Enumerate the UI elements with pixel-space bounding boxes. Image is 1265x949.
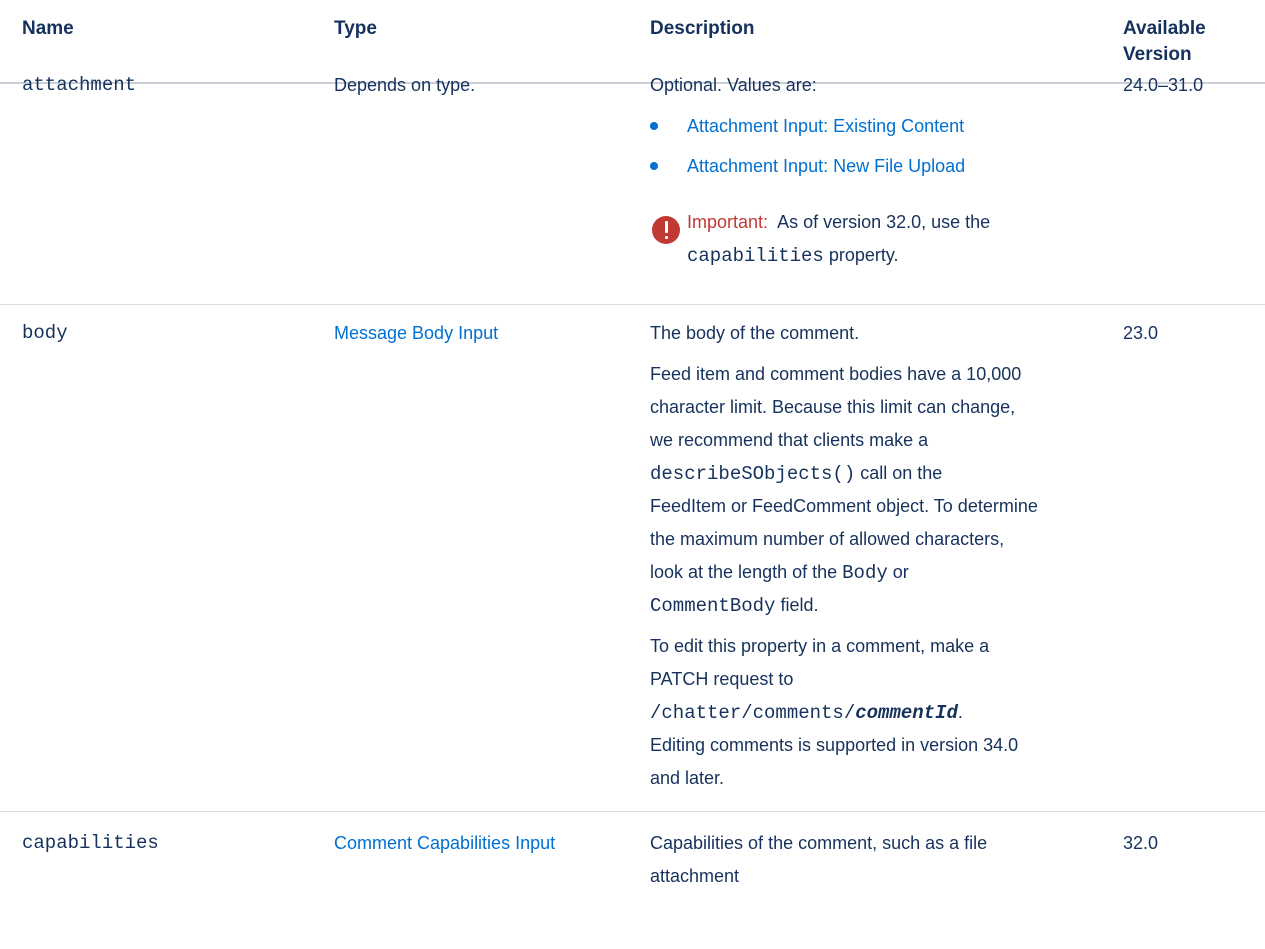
description-line: Capabilities of the comment, such as a f…: [650, 833, 988, 853]
available-version: 23.0: [1123, 323, 1159, 343]
description-line: CommentBody field.: [650, 592, 818, 619]
code-body: Body: [842, 562, 888, 584]
link-attachment-new-file-upload[interactable]: Attachment Input: New File Upload: [687, 153, 965, 179]
important-note-line2: capabilities property.: [687, 242, 899, 269]
code-describe-sobjects: describeSObjects(): [650, 463, 856, 485]
important-label: Important:: [687, 212, 769, 232]
link-message-body-input[interactable]: Message Body Input: [334, 320, 498, 346]
description-line: The body of the comment.: [650, 323, 860, 343]
important-code: capabilities: [687, 245, 824, 267]
code-comment-body: CommentBody: [650, 595, 776, 617]
description-line: look at the length of the Body or: [650, 559, 909, 586]
column-header-type: Type: [334, 18, 377, 39]
description-line: PATCH request to: [650, 669, 794, 689]
link-attachment-existing-content[interactable]: Attachment Input: Existing Content: [687, 113, 964, 139]
important-note: Important: As of version 32.0, use the: [687, 209, 990, 235]
description-line: character limit. Because this limit can …: [650, 397, 1016, 417]
available-version: 24.0–31.0: [1123, 75, 1204, 95]
row-divider: [0, 811, 1265, 812]
column-header-name: Name: [22, 18, 74, 39]
description-text: .: [957, 702, 963, 722]
description-line: and later.: [650, 768, 725, 788]
bullet-icon: [650, 122, 658, 130]
bullet-icon: [650, 162, 658, 170]
description-line: To edit this property in a comment, make…: [650, 636, 990, 656]
column-header-version-line2: Version: [1123, 44, 1192, 65]
property-name: body: [22, 322, 68, 344]
column-header-description: Description: [650, 18, 755, 39]
description-line: the maximum number of allowed characters…: [650, 529, 1005, 549]
description-line: describeSObjects() call on the: [650, 460, 942, 487]
description-line: Feed item and comment bodies have a 10,0…: [650, 364, 1022, 384]
link-comment-capabilities-input[interactable]: Comment Capabilities Input: [334, 830, 555, 856]
description-line: Editing comments is supported in version…: [650, 735, 1019, 755]
column-header-version-line1: Available: [1123, 18, 1206, 39]
property-name: capabilities: [22, 832, 159, 854]
description-line: attachment: [650, 866, 740, 886]
important-text: As of version 32.0, use the: [777, 212, 991, 232]
description-text: look at the length of the: [650, 562, 838, 582]
code-endpoint-param: commentId: [855, 702, 958, 724]
description-intro: Optional. Values are:: [650, 75, 817, 95]
column-header-version: Available Version: [1123, 16, 1206, 68]
description-line: we recommend that clients make a: [650, 430, 929, 450]
property-type: Depends on type.: [334, 75, 476, 95]
description-line: FeedItem or FeedComment object. To deter…: [650, 496, 1038, 516]
description-text: or: [892, 562, 909, 582]
important-icon: [652, 216, 680, 244]
description-line: /chatter/comments/commentId.: [650, 699, 963, 726]
header-divider: [0, 82, 1265, 84]
description-text: field.: [780, 595, 819, 615]
description-text: call on the: [860, 463, 943, 483]
property-name: attachment: [22, 74, 137, 96]
row-divider: [0, 304, 1265, 305]
available-version: 32.0: [1123, 833, 1159, 853]
code-endpoint: /chatter/comments/: [650, 702, 856, 724]
important-text-tail: property.: [828, 245, 899, 265]
